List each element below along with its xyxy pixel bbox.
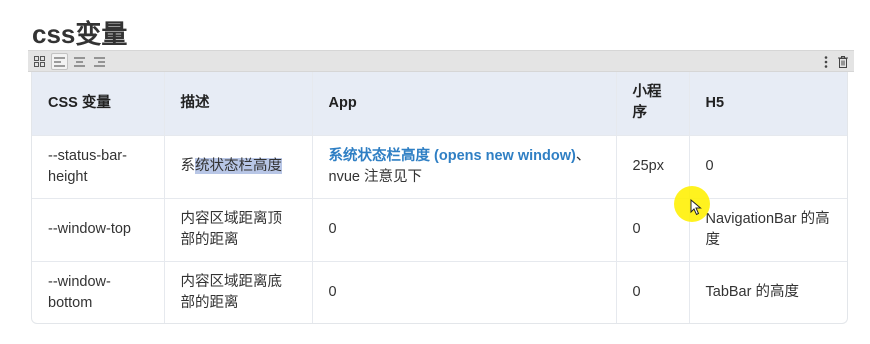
- mouse-pointer-icon: [690, 199, 702, 216]
- table-toolbar: [28, 50, 854, 72]
- align-center-icon[interactable]: [71, 53, 88, 70]
- column-header-css-var: CSS 变量: [32, 72, 165, 136]
- cell-mini-program: 25px: [616, 135, 690, 199]
- table-row: --window-bottom 内容区域距离底部的距离 0 0 TabBar 的…: [32, 261, 847, 323]
- cell-description: 内容区域距离顶部的距离: [164, 198, 313, 262]
- status-bar-height-link[interactable]: 系统状态栏高度 (opens new window): [329, 148, 576, 164]
- cell-var: --status-bar-height: [32, 135, 165, 199]
- cell-h5: 0: [689, 135, 847, 199]
- cell-var: --window-top: [32, 198, 165, 262]
- column-header-app: App: [312, 72, 617, 136]
- trash-icon[interactable]: [834, 53, 851, 70]
- selected-text: 统状态栏高度: [195, 158, 282, 174]
- table-header-row: CSS 变量 描述 App 小程序 H5: [32, 72, 847, 136]
- cell-description: 内容区域距离底部的距离: [164, 261, 313, 323]
- cell-h5: TabBar 的高度: [705, 284, 799, 301]
- cell-app: 系统状态栏高度 (opens new window)、nvue 注意见下: [312, 135, 617, 199]
- cell-app: 0: [312, 261, 617, 323]
- grid-icon[interactable]: [31, 53, 48, 70]
- cell-var: --window-bottom: [32, 261, 165, 323]
- column-header-description: 描述: [164, 72, 313, 136]
- page-title: css变量: [32, 19, 128, 49]
- css-variables-table: CSS 变量 描述 App 小程序 H5 --status-bar-height…: [31, 72, 848, 324]
- page: css变量 CSS 变量 描述 App 小程序 H5 --status-bar-…: [0, 0, 870, 344]
- more-vertical-icon[interactable]: [817, 53, 834, 70]
- align-right-icon[interactable]: [91, 53, 108, 70]
- column-header-h5: H5: [689, 72, 847, 136]
- cell-description: 系统状态栏高度: [164, 135, 313, 199]
- desc-prefix: 系: [180, 158, 196, 174]
- align-left-icon[interactable]: [51, 53, 68, 70]
- table-row: --status-bar-height 系统状态栏高度 系统状态栏高度 (ope…: [32, 135, 847, 199]
- column-header-mini-program: 小程序: [616, 72, 690, 136]
- cell-h5: NavigationBar 的高度: [689, 198, 847, 262]
- cell-mini-program: 0: [616, 261, 690, 323]
- table-row: --window-top 内容区域距离顶部的距离 0 0 NavigationB…: [32, 198, 847, 262]
- cell-app: 0: [312, 198, 617, 262]
